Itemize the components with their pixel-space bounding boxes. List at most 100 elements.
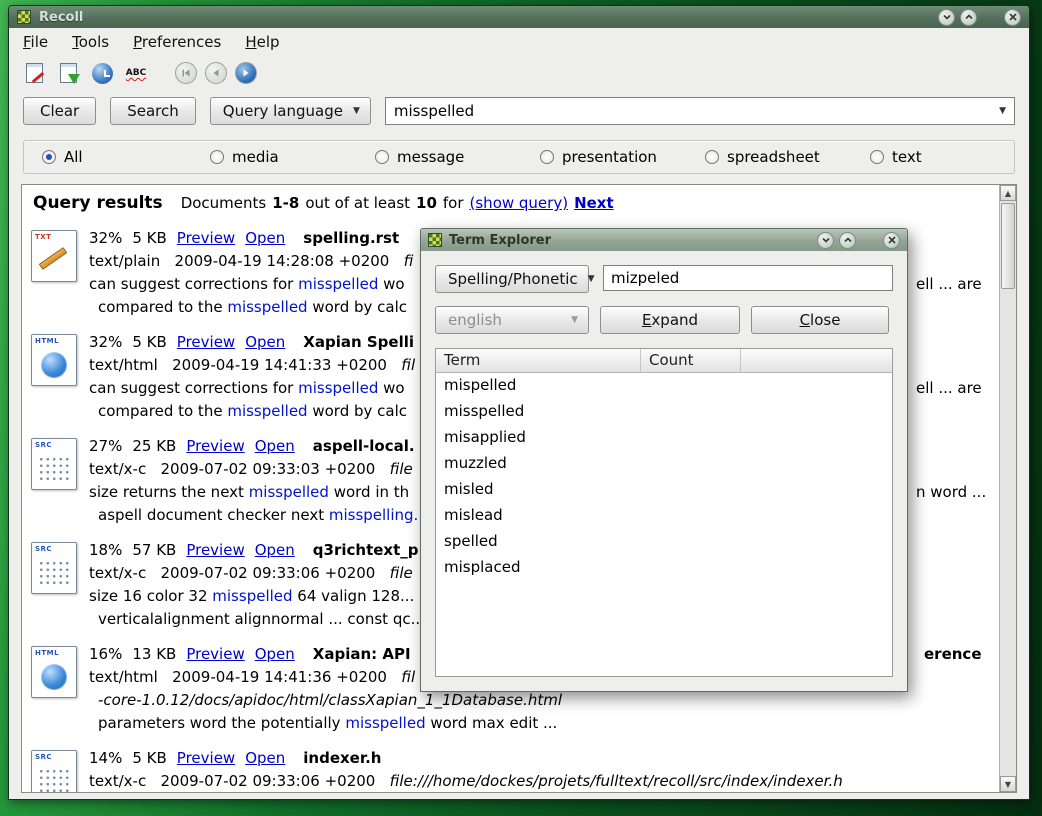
close-dialog-button[interactable]: Close [751,306,889,334]
document-update-icon[interactable] [55,60,81,86]
result-text: 27%25 KBPreviewOpenaspell-local.text/x-c… [89,435,428,527]
result-line: text/x-c 2009-07-02 09:33:06 +0200 file:… [89,770,843,792]
expansion-mode-dropdown[interactable]: Spelling/Phonetic ▼ [435,265,589,293]
next-page-link[interactable]: Next [574,194,614,212]
out-of-text: out of at least [305,194,410,212]
unshade-button[interactable] [960,9,977,26]
term-table-body: mispelledmisspelledmisappliedmuzzledmisl… [436,373,892,676]
preview-link[interactable]: Preview [177,331,235,354]
filter-message[interactable]: message [375,148,464,166]
results-header: Query results Documents1-8out of at leas… [33,193,996,213]
term-row[interactable]: muzzled [436,451,892,477]
close-button[interactable] [1004,9,1021,26]
term-column-header[interactable]: Term [436,349,641,372]
preview-link[interactable]: Preview [177,747,235,770]
preview-link[interactable]: Preview [177,227,235,250]
toolbar: ABC [9,56,1029,90]
page-next-icon[interactable] [235,62,257,84]
term-cell: spelled [436,529,641,555]
text-segment: text/x-c [89,460,161,478]
filter-media[interactable]: media [210,148,279,166]
history-icon[interactable] [89,60,115,86]
text-segment: text/html [89,356,172,374]
scrollbar-thumb[interactable] [1001,203,1015,289]
recoll-app-icon [17,10,31,24]
result-headline: 27%25 KBPreviewOpenaspell-local. [89,435,428,458]
term-explorer-icon[interactable]: ABC [123,60,149,86]
html-doc-icon: HTML [31,646,77,698]
result-range: 1-8 [272,194,299,212]
recoll-app-icon [428,233,442,247]
result-text: 18%57 KBPreviewOpenq3richtext_ptext/x-c … [89,539,425,631]
term-row[interactable]: spelled [436,529,892,555]
preview-link[interactable]: Preview [186,643,244,666]
chevron-down-icon: ▼ [353,106,360,116]
expand-button[interactable]: Expand [600,306,740,334]
filter-presentation[interactable]: presentation [540,148,657,166]
results-scrollbar[interactable]: ▲ ▼ [999,185,1016,792]
preview-link[interactable]: Preview [186,539,244,562]
term-row[interactable]: misled [436,477,892,503]
dialog-shade-button[interactable] [817,232,834,249]
green-arrow [68,74,80,84]
result-line: text/x-c 2009-07-02 09:33:03 +0200 file [89,458,428,481]
close-button-label: Close [800,311,841,329]
count-cell [641,373,741,399]
result-headline: 32%5 KBPreviewOpenXapian Spelli [89,331,415,354]
open-link[interactable]: Open [255,643,295,666]
query-dropdown-arrow-icon[interactable]: ▼ [991,106,1014,116]
term-row[interactable]: misapplied [436,425,892,451]
result-item: SRC14%5 KBPreviewOpenindexer.htext/x-c 2… [29,747,996,792]
result-line: compared to the misspelled word by calc [89,400,415,423]
open-link[interactable]: Open [245,331,285,354]
result-headline: 32%5 KBPreviewOpenspelling.rst [89,227,413,250]
filter-spreadsheet[interactable]: spreadsheet [705,148,820,166]
titlebar[interactable]: Recoll [9,6,1029,28]
text-segment: aspell document checker next [98,506,329,524]
count-column-header[interactable]: Count [641,349,741,372]
doc-title: Xapian Spelli [303,331,414,354]
code-grid-icon [38,560,70,588]
scroll-up-icon[interactable]: ▲ [1000,185,1016,201]
open-link[interactable]: Open [255,539,295,562]
doc-page-shape: HTML [31,334,77,386]
clear-button-label: Clear [40,102,79,120]
menu-file[interactable]: File [23,33,48,51]
clear-button[interactable]: Clear [23,97,96,125]
open-link[interactable]: Open [255,435,295,458]
language-dropdown[interactable]: english ▼ [435,306,589,334]
term-row[interactable]: mispelled [436,373,892,399]
filter-all[interactable]: All [42,148,83,166]
count-cell [641,529,741,555]
term-row[interactable]: misplaced [436,555,892,581]
text-fragment: ell ... are [916,377,982,400]
term-row[interactable]: misspelled [436,399,892,425]
dialog-unshade-button[interactable] [839,232,856,249]
dialog-close-button[interactable] [883,232,900,249]
menu-help[interactable]: Help [245,33,279,51]
open-link[interactable]: Open [245,227,285,250]
page-previous-icon[interactable] [205,62,227,84]
shade-button[interactable] [938,9,955,26]
preview-link[interactable]: Preview [186,435,244,458]
search-button[interactable]: Search [110,97,196,125]
text-segment: file:///home/dockes/projets/fulltext/rec… [390,772,843,790]
menu-tools[interactable]: Tools [72,33,109,51]
term-input[interactable] [603,265,893,291]
language-value: english [448,311,502,329]
clear-search-icon[interactable] [21,60,47,86]
term-cell: misapplied [436,425,641,451]
relevance-percent: 27% [89,435,122,458]
open-link[interactable]: Open [245,747,285,770]
result-text: 32%5 KBPreviewOpenXapian Spellitext/html… [89,331,415,423]
query-input[interactable] [386,102,991,120]
query-language-dropdown[interactable]: Query language ▼ [210,97,371,125]
menu-preferences[interactable]: Preferences [133,33,221,51]
show-query-link[interactable]: (show query) [470,194,569,212]
page-first-icon[interactable] [175,62,197,84]
term-row[interactable]: mislead [436,503,892,529]
result-line: text/html 2009-04-19 14:41:33 +0200 fil [89,354,415,377]
scroll-down-icon[interactable]: ▼ [1000,776,1016,792]
dialog-titlebar[interactable]: Term Explorer [421,229,907,251]
filter-text[interactable]: text [870,148,922,166]
